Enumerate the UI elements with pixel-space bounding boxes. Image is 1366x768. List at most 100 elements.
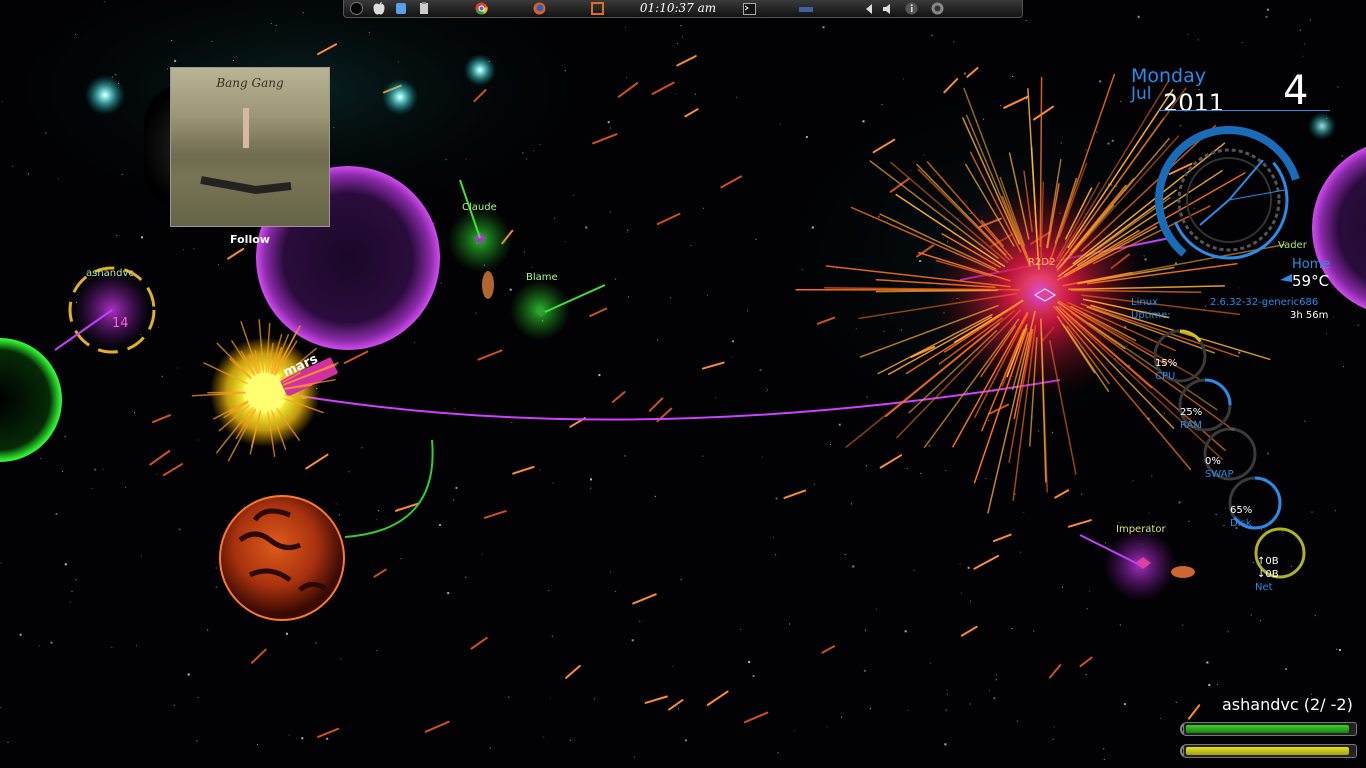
network-icon[interactable] <box>799 2 813 15</box>
star <box>780 124 782 125</box>
star <box>552 482 554 484</box>
star <box>1132 480 1134 482</box>
star <box>657 339 659 341</box>
star <box>232 60 234 61</box>
star <box>1193 207 1195 209</box>
hud-player-name: ashandvc (2/ -2) <box>1222 695 1353 714</box>
star <box>1188 520 1190 522</box>
volume-icon[interactable] <box>881 2 895 15</box>
star <box>625 26 627 28</box>
star <box>628 296 629 298</box>
star <box>675 93 677 95</box>
star <box>654 495 656 497</box>
star <box>315 642 317 644</box>
star <box>196 740 198 742</box>
firefox-icon[interactable] <box>532 2 546 15</box>
star <box>850 503 852 505</box>
star <box>1311 511 1313 513</box>
star <box>615 278 617 280</box>
apple-icon[interactable] <box>372 2 386 15</box>
circle-icon[interactable] <box>349 2 363 15</box>
star <box>71 340 73 342</box>
date-year: 2011 <box>1163 89 1225 117</box>
star <box>1016 720 1018 722</box>
star <box>870 708 871 710</box>
star <box>919 260 922 263</box>
swap-label: SWAP <box>1205 469 1234 480</box>
star <box>794 730 796 732</box>
settings-icon[interactable] <box>930 2 944 15</box>
star <box>1096 131 1098 133</box>
star <box>1227 631 1229 633</box>
star <box>707 294 708 296</box>
star <box>1252 562 1254 564</box>
star <box>124 487 126 489</box>
star <box>286 632 288 635</box>
info-icon[interactable] <box>904 2 918 15</box>
star <box>454 408 456 410</box>
star <box>996 674 998 676</box>
star <box>1111 139 1114 142</box>
star <box>0 707 2 709</box>
star <box>590 478 592 481</box>
album-cover[interactable]: Bang Gang <box>170 67 330 227</box>
star <box>1357 324 1359 326</box>
star <box>715 396 717 398</box>
star <box>376 650 378 651</box>
star <box>174 59 177 62</box>
star <box>211 40 213 42</box>
star <box>71 590 73 592</box>
clock[interactable]: 01:10:37 am <box>632 0 724 17</box>
star <box>1241 42 1243 44</box>
star <box>1205 305 1207 307</box>
star <box>134 412 136 414</box>
star <box>923 154 925 156</box>
star <box>929 662 931 664</box>
star <box>551 635 553 637</box>
star <box>988 419 990 421</box>
player-label-blame: Blame <box>526 272 558 283</box>
star <box>12 165 14 167</box>
finder-icon[interactable] <box>394 2 408 15</box>
arrow-left-icon[interactable] <box>862 2 876 15</box>
follow-label[interactable]: Follow <box>170 233 330 246</box>
star <box>64 435 66 437</box>
virtualbox-icon[interactable] <box>590 2 604 15</box>
star <box>361 447 363 449</box>
star <box>844 554 846 556</box>
health-bar <box>1183 722 1357 736</box>
star <box>554 217 556 219</box>
star <box>1025 20 1027 21</box>
star <box>777 752 779 754</box>
star <box>875 608 877 610</box>
star <box>326 737 329 740</box>
star <box>1155 522 1157 523</box>
terminal-icon[interactable] <box>742 2 756 15</box>
star <box>694 93 696 95</box>
star <box>116 235 118 236</box>
star <box>270 22 272 24</box>
star <box>901 329 902 331</box>
ram-label: RAM <box>1180 420 1203 431</box>
star <box>413 342 415 344</box>
star <box>1086 608 1088 610</box>
star <box>944 743 947 746</box>
star <box>865 629 866 631</box>
star <box>1000 105 1002 107</box>
star <box>690 245 692 246</box>
star <box>173 704 175 706</box>
star <box>1178 501 1181 504</box>
star <box>907 709 909 711</box>
star <box>593 698 595 700</box>
star <box>748 661 751 663</box>
star <box>610 127 612 129</box>
star <box>166 68 168 70</box>
star <box>624 455 626 457</box>
star <box>439 524 441 526</box>
star <box>1304 43 1306 45</box>
clipboard-icon[interactable] <box>417 2 431 15</box>
chrome-icon[interactable] <box>474 2 488 15</box>
star <box>811 226 814 229</box>
star <box>631 639 634 642</box>
star <box>755 238 757 240</box>
